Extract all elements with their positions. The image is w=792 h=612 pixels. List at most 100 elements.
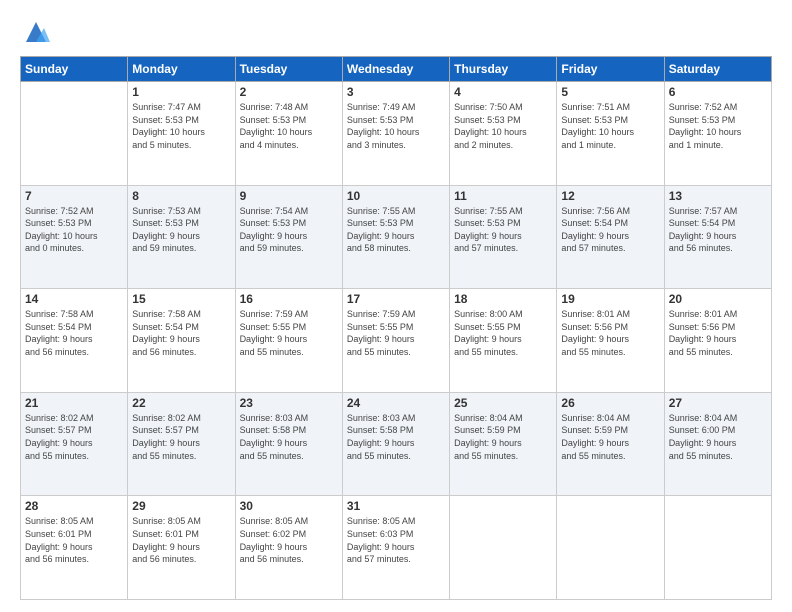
day-number: 16	[240, 292, 338, 306]
calendar-cell: 29 Sunrise: 8:05 AM Sunset: 6:01 PM Dayli…	[128, 496, 235, 600]
calendar-cell: 16 Sunrise: 7:59 AM Sunset: 5:55 PM Dayli…	[235, 289, 342, 393]
calendar-cell: 11 Sunrise: 7:55 AM Sunset: 5:53 PM Dayli…	[450, 185, 557, 289]
day-info: Sunrise: 8:05 AM Sunset: 6:02 PM Dayligh…	[240, 515, 338, 565]
calendar-day-header: Saturday	[664, 57, 771, 82]
day-info: Sunrise: 7:52 AM Sunset: 5:53 PM Dayligh…	[669, 101, 767, 151]
calendar-cell: 7 Sunrise: 7:52 AM Sunset: 5:53 PM Daylig…	[21, 185, 128, 289]
calendar-cell: 31 Sunrise: 8:05 AM Sunset: 6:03 PM Dayli…	[342, 496, 449, 600]
day-number: 20	[669, 292, 767, 306]
day-number: 19	[561, 292, 659, 306]
calendar-header-row: SundayMondayTuesdayWednesdayThursdayFrid…	[21, 57, 772, 82]
calendar-day-header: Tuesday	[235, 57, 342, 82]
calendar-week-row: 21 Sunrise: 8:02 AM Sunset: 5:57 PM Dayli…	[21, 392, 772, 496]
day-number: 9	[240, 189, 338, 203]
day-number: 30	[240, 499, 338, 513]
day-number: 8	[132, 189, 230, 203]
day-number: 29	[132, 499, 230, 513]
calendar-cell: 17 Sunrise: 7:59 AM Sunset: 5:55 PM Dayli…	[342, 289, 449, 393]
calendar-cell: 14 Sunrise: 7:58 AM Sunset: 5:54 PM Dayli…	[21, 289, 128, 393]
day-number: 3	[347, 85, 445, 99]
calendar-cell: 22 Sunrise: 8:02 AM Sunset: 5:57 PM Dayli…	[128, 392, 235, 496]
day-info: Sunrise: 7:53 AM Sunset: 5:53 PM Dayligh…	[132, 205, 230, 255]
calendar-cell: 24 Sunrise: 8:03 AM Sunset: 5:58 PM Dayli…	[342, 392, 449, 496]
day-info: Sunrise: 8:02 AM Sunset: 5:57 PM Dayligh…	[25, 412, 123, 462]
day-number: 18	[454, 292, 552, 306]
day-number: 22	[132, 396, 230, 410]
day-number: 5	[561, 85, 659, 99]
calendar-cell: 28 Sunrise: 8:05 AM Sunset: 6:01 PM Dayli…	[21, 496, 128, 600]
calendar-day-header: Monday	[128, 57, 235, 82]
day-info: Sunrise: 7:51 AM Sunset: 5:53 PM Dayligh…	[561, 101, 659, 151]
day-info: Sunrise: 8:05 AM Sunset: 6:01 PM Dayligh…	[25, 515, 123, 565]
day-info: Sunrise: 7:52 AM Sunset: 5:53 PM Dayligh…	[25, 205, 123, 255]
day-number: 4	[454, 85, 552, 99]
calendar-week-row: 1 Sunrise: 7:47 AM Sunset: 5:53 PM Daylig…	[21, 82, 772, 186]
day-number: 28	[25, 499, 123, 513]
calendar-cell: 25Sunrise: 8:04 AM Sunset: 5:59 PM Dayli…	[450, 392, 557, 496]
day-info: Sunrise: 8:05 AM Sunset: 6:03 PM Dayligh…	[347, 515, 445, 565]
logo	[20, 18, 50, 46]
day-number: 21	[25, 396, 123, 410]
calendar-cell	[21, 82, 128, 186]
calendar-cell: 8 Sunrise: 7:53 AM Sunset: 5:53 PM Daylig…	[128, 185, 235, 289]
day-number: 31	[347, 499, 445, 513]
calendar-week-row: 14 Sunrise: 7:58 AM Sunset: 5:54 PM Dayli…	[21, 289, 772, 393]
calendar-table: SundayMondayTuesdayWednesdayThursdayFrid…	[20, 56, 772, 600]
day-info: Sunrise: 8:03 AM Sunset: 5:58 PM Dayligh…	[347, 412, 445, 462]
day-info: Sunrise: 7:59 AM Sunset: 5:55 PM Dayligh…	[347, 308, 445, 358]
day-info: Sunrise: 8:00 AM Sunset: 5:55 PM Dayligh…	[454, 308, 552, 358]
calendar-cell: 3 Sunrise: 7:49 AM Sunset: 5:53 PM Daylig…	[342, 82, 449, 186]
calendar-week-row: 28 Sunrise: 8:05 AM Sunset: 6:01 PM Dayli…	[21, 496, 772, 600]
day-number: 26	[561, 396, 659, 410]
day-info: Sunrise: 8:04 AM Sunset: 6:00 PM Dayligh…	[669, 412, 767, 462]
calendar-day-header: Wednesday	[342, 57, 449, 82]
day-info: Sunrise: 7:56 AM Sunset: 5:54 PM Dayligh…	[561, 205, 659, 255]
calendar-cell: 12Sunrise: 7:56 AM Sunset: 5:54 PM Dayli…	[557, 185, 664, 289]
day-info: Sunrise: 7:58 AM Sunset: 5:54 PM Dayligh…	[132, 308, 230, 358]
day-info: Sunrise: 7:55 AM Sunset: 5:53 PM Dayligh…	[347, 205, 445, 255]
day-info: Sunrise: 7:54 AM Sunset: 5:53 PM Dayligh…	[240, 205, 338, 255]
day-number: 14	[25, 292, 123, 306]
calendar-cell: 15 Sunrise: 7:58 AM Sunset: 5:54 PM Dayli…	[128, 289, 235, 393]
calendar-cell: 1 Sunrise: 7:47 AM Sunset: 5:53 PM Daylig…	[128, 82, 235, 186]
calendar-cell: 5 Sunrise: 7:51 AM Sunset: 5:53 PM Daylig…	[557, 82, 664, 186]
day-number: 15	[132, 292, 230, 306]
day-info: Sunrise: 7:49 AM Sunset: 5:53 PM Dayligh…	[347, 101, 445, 151]
day-info: Sunrise: 8:04 AM Sunset: 5:59 PM Dayligh…	[561, 412, 659, 462]
day-info: Sunrise: 8:05 AM Sunset: 6:01 PM Dayligh…	[132, 515, 230, 565]
day-info: Sunrise: 7:57 AM Sunset: 5:54 PM Dayligh…	[669, 205, 767, 255]
day-number: 1	[132, 85, 230, 99]
day-number: 11	[454, 189, 552, 203]
day-number: 7	[25, 189, 123, 203]
day-number: 10	[347, 189, 445, 203]
day-info: Sunrise: 8:03 AM Sunset: 5:58 PM Dayligh…	[240, 412, 338, 462]
day-number: 17	[347, 292, 445, 306]
calendar-cell: 19 Sunrise: 8:01 AM Sunset: 5:56 PM Dayli…	[557, 289, 664, 393]
calendar-day-header: Sunday	[21, 57, 128, 82]
calendar-cell: 13 Sunrise: 7:57 AM Sunset: 5:54 PM Dayli…	[664, 185, 771, 289]
day-info: Sunrise: 7:58 AM Sunset: 5:54 PM Dayligh…	[25, 308, 123, 358]
calendar-cell	[557, 496, 664, 600]
day-info: Sunrise: 7:47 AM Sunset: 5:53 PM Dayligh…	[132, 101, 230, 151]
day-number: 23	[240, 396, 338, 410]
calendar-cell: 2Sunrise: 7:48 AM Sunset: 5:53 PM Daylig…	[235, 82, 342, 186]
calendar-cell: 30 Sunrise: 8:05 AM Sunset: 6:02 PM Dayli…	[235, 496, 342, 600]
calendar-cell: 18 Sunrise: 8:00 AM Sunset: 5:55 PM Dayli…	[450, 289, 557, 393]
day-number: 24	[347, 396, 445, 410]
day-info: Sunrise: 8:02 AM Sunset: 5:57 PM Dayligh…	[132, 412, 230, 462]
day-number: 13	[669, 189, 767, 203]
calendar-cell	[450, 496, 557, 600]
day-info: Sunrise: 7:59 AM Sunset: 5:55 PM Dayligh…	[240, 308, 338, 358]
day-info: Sunrise: 7:55 AM Sunset: 5:53 PM Dayligh…	[454, 205, 552, 255]
calendar-cell: 9 Sunrise: 7:54 AM Sunset: 5:53 PM Daylig…	[235, 185, 342, 289]
calendar-cell: 6Sunrise: 7:52 AM Sunset: 5:53 PM Daylig…	[664, 82, 771, 186]
day-number: 25	[454, 396, 552, 410]
day-info: Sunrise: 8:01 AM Sunset: 5:56 PM Dayligh…	[561, 308, 659, 358]
day-info: Sunrise: 7:48 AM Sunset: 5:53 PM Dayligh…	[240, 101, 338, 151]
calendar-cell: 20Sunrise: 8:01 AM Sunset: 5:56 PM Dayli…	[664, 289, 771, 393]
calendar-day-header: Thursday	[450, 57, 557, 82]
calendar-cell: 10 Sunrise: 7:55 AM Sunset: 5:53 PM Dayli…	[342, 185, 449, 289]
logo-icon	[22, 18, 50, 46]
calendar-week-row: 7 Sunrise: 7:52 AM Sunset: 5:53 PM Daylig…	[21, 185, 772, 289]
calendar-cell: 23 Sunrise: 8:03 AM Sunset: 5:58 PM Dayli…	[235, 392, 342, 496]
